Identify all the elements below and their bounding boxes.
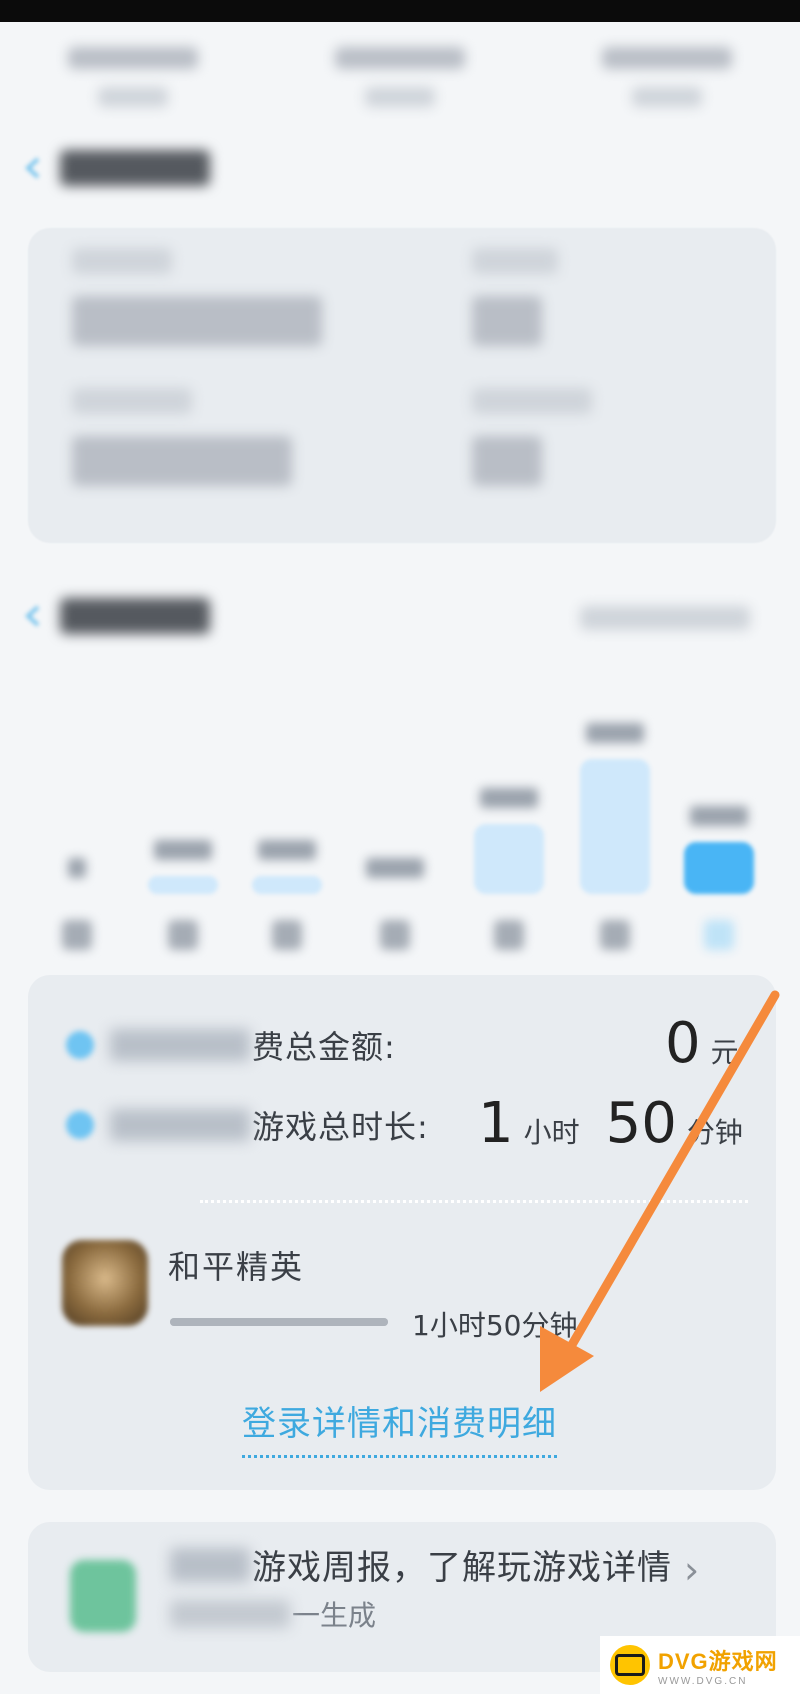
chart-day[interactable]: [360, 858, 430, 950]
watermark: DVG游戏网 WWW.DVG.CN: [600, 1636, 800, 1694]
playtime-row: 游戏总时长: 1 小时 50 分钟: [28, 1091, 776, 1156]
login-spending-details-link[interactable]: 登录详情和消费明细: [242, 1396, 557, 1458]
minutes-unit: 分钟: [686, 1116, 743, 1149]
top-tab[interactable]: [334, 47, 465, 107]
playtime-minutes: 50: [605, 1091, 677, 1156]
top-tab[interactable]: [601, 47, 732, 107]
spend-row: 费总金额: 0 元: [28, 1011, 776, 1076]
chevron-left-icon: [25, 157, 40, 179]
bullet-icon: [66, 1111, 94, 1139]
chart-day[interactable]: [148, 840, 218, 950]
spend-value: 0: [665, 1011, 701, 1076]
section-title-weekly: [20, 598, 210, 634]
chevron-left-icon: [25, 605, 40, 627]
weekly-report-title: 游戏周报，了解玩游戏详情: [170, 1540, 672, 1589]
chart-day[interactable]: [252, 840, 322, 950]
spend-label: 费总金额:: [110, 1022, 396, 1068]
chart-day[interactable]: [42, 858, 112, 950]
chart-day[interactable]: [580, 723, 650, 950]
date-range[interactable]: [580, 606, 750, 630]
watermark-sub: WWW.DVG.CN: [658, 1675, 748, 1687]
spend-value-group: 0 元: [665, 1011, 739, 1076]
metric: [72, 388, 292, 486]
report-icon: [70, 1560, 136, 1632]
playtime-label: 游戏总时长:: [110, 1102, 429, 1148]
weekly-bar-chart: [0, 680, 800, 950]
hours-unit: 小时: [523, 1116, 580, 1149]
chart-day-today[interactable]: [684, 806, 754, 950]
chevron-right-icon: ›: [684, 1548, 700, 1592]
spend-unit: 元: [710, 1036, 739, 1069]
game-icon[interactable]: [62, 1240, 148, 1326]
weekly-report-subtitle: 一生成: [170, 1594, 376, 1634]
watermark-main: DVG游戏网: [658, 1648, 778, 1674]
bullet-icon: [66, 1031, 94, 1059]
chart-day[interactable]: [474, 788, 544, 950]
playtime-value-group: 1 小时 50 分钟: [478, 1091, 743, 1156]
metric: [72, 248, 322, 346]
section-title-overview: [20, 150, 210, 186]
top-tabs: [0, 22, 800, 132]
metric: [472, 388, 592, 486]
divider: [200, 1200, 748, 1203]
playtime-hours: 1: [478, 1091, 514, 1156]
metric: [472, 248, 558, 346]
status-bar: [0, 0, 800, 22]
game-time: 1小时50分钟: [412, 1309, 578, 1342]
game-name: 和平精英: [168, 1248, 305, 1286]
top-tab[interactable]: [68, 47, 199, 107]
playtime-bar: [170, 1318, 388, 1326]
gamepad-logo-icon: [610, 1645, 650, 1685]
summary-card: [28, 228, 776, 543]
